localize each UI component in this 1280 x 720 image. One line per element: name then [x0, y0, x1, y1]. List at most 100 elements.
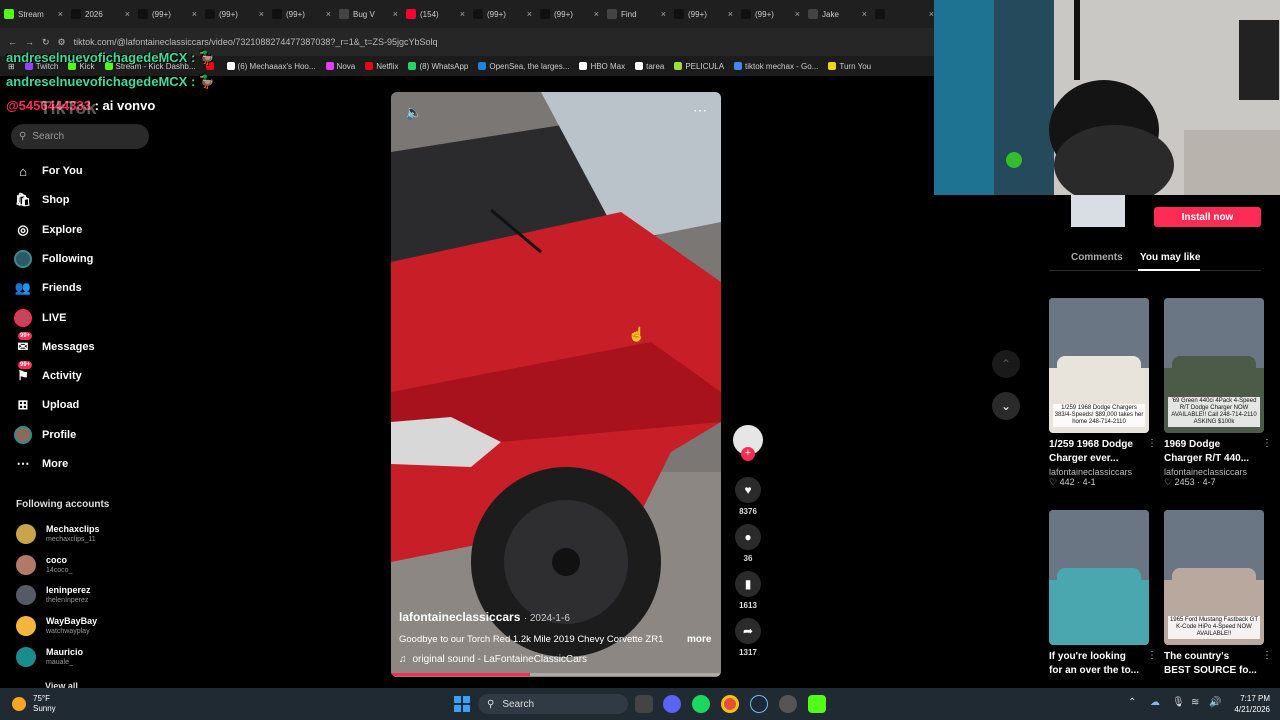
follow-plus-icon[interactable]: + [741, 447, 755, 461]
sidebar-item-live[interactable]: LIVE [14, 307, 66, 329]
wifi-icon[interactable]: ≋ [1191, 697, 1199, 708]
recommended-video-card[interactable]: 1965 Ford Mustang Fastback GT K-Code HiP… [1164, 510, 1272, 678]
video-more-icon[interactable]: ⋯ [693, 102, 707, 119]
caption-more-link[interactable]: more [687, 634, 711, 645]
share-button[interactable]: ➦ [735, 618, 761, 644]
comment-button[interactable]: ● [735, 524, 761, 550]
sidebar-item-for-you[interactable]: ⌂ For You [14, 160, 82, 182]
following-account[interactable]: Mechaxclips mechaxclips_11 [16, 521, 100, 547]
back-icon[interactable]: ← [8, 37, 17, 47]
browser-tab[interactable]: Find × [603, 0, 670, 28]
browser-tab[interactable]: (99+) × [134, 0, 201, 28]
chrome-icon[interactable] [721, 695, 739, 713]
bookmark-item[interactable]: OpenSea, the larges... [478, 62, 569, 71]
browser-tab[interactable]: (154) × [402, 0, 469, 28]
discord-icon[interactable] [663, 695, 681, 713]
kick-icon[interactable] [808, 695, 826, 713]
bookmark-item[interactable]: Turn You [828, 62, 871, 71]
bookmark-item[interactable]: HBO Max [579, 62, 625, 71]
windows-start-icon[interactable] [453, 695, 471, 713]
tiktok-logo[interactable]: TikTok [40, 98, 96, 119]
ad-thumbnail[interactable] [1071, 195, 1125, 227]
sidebar-item-more[interactable]: ⋯ More [14, 453, 69, 475]
browser-tab[interactable]: Stream × [0, 0, 67, 28]
taskbar-search[interactable]: ⚲ Search [478, 694, 628, 714]
card-more-icon[interactable]: ⋮ [1262, 438, 1272, 449]
sidebar-item-shop[interactable]: 🛍 Shop [14, 189, 70, 211]
card-more-icon[interactable]: ⋮ [1147, 650, 1157, 661]
following-account[interactable]: coco 14coco_ [16, 552, 72, 578]
tab-you-may-like[interactable]: You may like [1140, 252, 1200, 263]
recommended-video-card[interactable]: If you're looking for an over the to... ⋮ [1049, 510, 1157, 678]
tab-close-icon[interactable]: × [125, 9, 130, 19]
tab-close-icon[interactable]: × [862, 9, 867, 19]
tab-close-icon[interactable]: × [527, 9, 532, 19]
bookmark-item[interactable]: (8) WhatsApp [408, 62, 468, 71]
tab-comments[interactable]: Comments [1071, 252, 1123, 263]
browser-tab[interactable]: (99+) × [268, 0, 335, 28]
spotify-icon[interactable] [692, 695, 710, 713]
tab-close-icon[interactable]: × [192, 9, 197, 19]
sidebar-item-friends[interactable]: 👥 Friends [14, 277, 82, 299]
browser-tab[interactable]: (99+) × [737, 0, 804, 28]
sidebar-item-upload[interactable]: ⊞ Upload [14, 394, 80, 416]
steam-icon[interactable] [750, 695, 768, 713]
reload-icon[interactable]: ↻ [42, 37, 50, 48]
next-video-button[interactable]: ⌄ [992, 392, 1020, 420]
browser-tab[interactable]: (99+) × [469, 0, 536, 28]
tab-close-icon[interactable]: × [259, 9, 264, 19]
card-more-icon[interactable]: ⋮ [1262, 650, 1272, 661]
sidebar-item-following[interactable]: Following [14, 248, 93, 270]
tab-close-icon[interactable]: × [795, 9, 800, 19]
tab-close-icon[interactable]: × [661, 9, 666, 19]
weather-widget[interactable]: 75°F Sunny [33, 694, 56, 714]
site-info-icon[interactable]: ⚙ [58, 37, 66, 48]
system-clock[interactable]: 7:17 PM 4/21/2026 [1226, 693, 1270, 715]
microphone-icon[interactable]: 🎙 [1172, 697, 1185, 708]
card-more-icon[interactable]: ⋮ [1147, 438, 1157, 449]
bookmark-item[interactable]: Netflix [365, 62, 398, 71]
browser-tab[interactable]: (99+) × [670, 0, 737, 28]
bookmark-item[interactable]: tiktok mechax - Go... [734, 62, 818, 71]
bookmark-item[interactable]: tarea [635, 62, 664, 71]
install-now-button[interactable]: Install now [1154, 207, 1261, 227]
obs-icon[interactable] [779, 695, 797, 713]
tab-close-icon[interactable]: × [58, 9, 63, 19]
following-account[interactable]: Mauricio mauale_ [16, 644, 83, 670]
forward-icon[interactable]: → [25, 37, 34, 47]
video-progress-track[interactable] [391, 673, 721, 676]
following-account[interactable]: leninperez thelenínperez [16, 582, 91, 608]
tab-close-icon[interactable]: × [326, 9, 331, 19]
recommended-video-card[interactable]: 1/259 1968 Dodge Chargers 383/4-Speeds! … [1049, 298, 1157, 488]
video-player[interactable]: 🔈 ⋯ lafontaineclassiccars · 2024-1-6 Goo… [391, 92, 721, 677]
previous-video-button[interactable]: ⌃ [992, 350, 1020, 378]
bookmark-item[interactable]: Nova [325, 62, 355, 71]
onedrive-icon[interactable]: ☁ [1150, 697, 1160, 708]
bookmark-item[interactable]: (6) Mechaaax's Hoo... [226, 62, 316, 71]
sidebar-item-messages[interactable]: ✉ 99+ Messages [14, 331, 95, 358]
browser-tab[interactable]: × [871, 0, 935, 28]
browser-tab[interactable]: Bug V × [335, 0, 402, 28]
browser-tab[interactable]: (99+) × [201, 0, 268, 28]
tab-close-icon[interactable]: × [594, 9, 599, 19]
search-input[interactable]: ⚲ Search [11, 124, 149, 149]
browser-tab[interactable]: Jake × [804, 0, 871, 28]
video-sound[interactable]: ♫ original sound - LaFontaineClassicCars [399, 654, 587, 665]
save-button[interactable]: ▮ [735, 571, 761, 597]
sidebar-item-profile[interactable]: Profile [14, 424, 76, 446]
tab-close-icon[interactable]: × [728, 9, 733, 19]
volume-icon[interactable]: 🔊 [1209, 697, 1221, 708]
sidebar-item-activity[interactable]: ⚑ 99+ Activity [14, 361, 82, 387]
bookmark-item[interactable]: PELICULA [674, 62, 724, 71]
url-text[interactable]: tiktok.com/@lafontaineclassiccars/video/… [74, 37, 438, 47]
following-account[interactable]: WayBayBay watchwayplay [16, 613, 97, 639]
task-view-icon[interactable] [635, 695, 653, 713]
tray-chevron-icon[interactable]: ⌃ [1128, 697, 1136, 708]
like-button[interactable]: ♥ [735, 477, 761, 503]
tab-close-icon[interactable]: × [460, 9, 465, 19]
tab-close-icon[interactable]: × [393, 9, 398, 19]
video-author[interactable]: lafontaineclassiccars · 2024-1-6 [399, 610, 570, 624]
sidebar-item-explore[interactable]: ◎ Explore [14, 219, 82, 241]
mute-icon[interactable]: 🔈 [405, 104, 422, 121]
browser-tab[interactable]: 2026 × [67, 0, 134, 28]
